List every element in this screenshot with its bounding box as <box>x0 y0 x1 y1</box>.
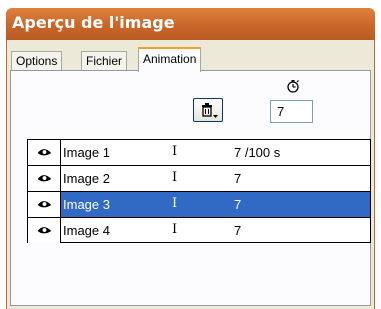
frame-delay: 7 <box>234 223 242 238</box>
tab-options-label: Options <box>16 54 58 68</box>
frame-delay: 7 <box>234 171 242 186</box>
frame-name: Image 1 <box>63 145 110 160</box>
window-title: Aperçu de l'image <box>12 13 175 32</box>
frame-row-selected[interactable]: Image 3 I 7 <box>28 192 370 217</box>
frame-disposal-flag: I <box>172 170 178 185</box>
eye-icon[interactable] <box>28 166 61 191</box>
frame-delay: 7 /100 s <box>234 145 281 160</box>
tab-animation[interactable]: Animation <box>138 47 202 72</box>
frame-row[interactable]: Image 4 I 7 <box>28 218 370 243</box>
frame-disposal-flag: I <box>172 196 178 211</box>
frame-row[interactable]: Image 1 I 7 /100 s <box>28 140 370 165</box>
frame-row[interactable]: Image 2 I 7 <box>28 166 370 191</box>
frame-delay: 7 <box>234 197 242 212</box>
eye-icon[interactable] <box>28 192 61 217</box>
frame-delay-input[interactable]: 7 <box>270 100 313 123</box>
frame-list: Image 1 I 7 /100 s Image 2 I 7 Image 3 I… <box>27 139 371 243</box>
trash-icon <box>202 103 218 118</box>
frame-name: Image 3 <box>63 197 110 212</box>
frame-disposal-flag: I <box>172 144 178 159</box>
tab-fichier[interactable]: Fichier <box>81 51 128 71</box>
frame-name: Image 2 <box>63 171 110 186</box>
tab-fichier-label: Fichier <box>86 54 123 68</box>
eye-icon[interactable] <box>28 140 61 165</box>
eye-icon[interactable] <box>28 218 61 243</box>
frame-disposal-flag: I <box>172 222 178 237</box>
stopwatch-icon <box>287 80 299 93</box>
tab-animation-label: Animation <box>143 52 197 66</box>
title-bar[interactable]: Aperçu de l'image <box>6 8 375 40</box>
image-preview-window: Aperçu de l'image Options Fichier Animat… <box>0 0 381 309</box>
frame-name: Image 4 <box>63 223 110 238</box>
tab-options[interactable]: Options <box>11 51 63 71</box>
delete-frame-button[interactable] <box>193 98 223 122</box>
